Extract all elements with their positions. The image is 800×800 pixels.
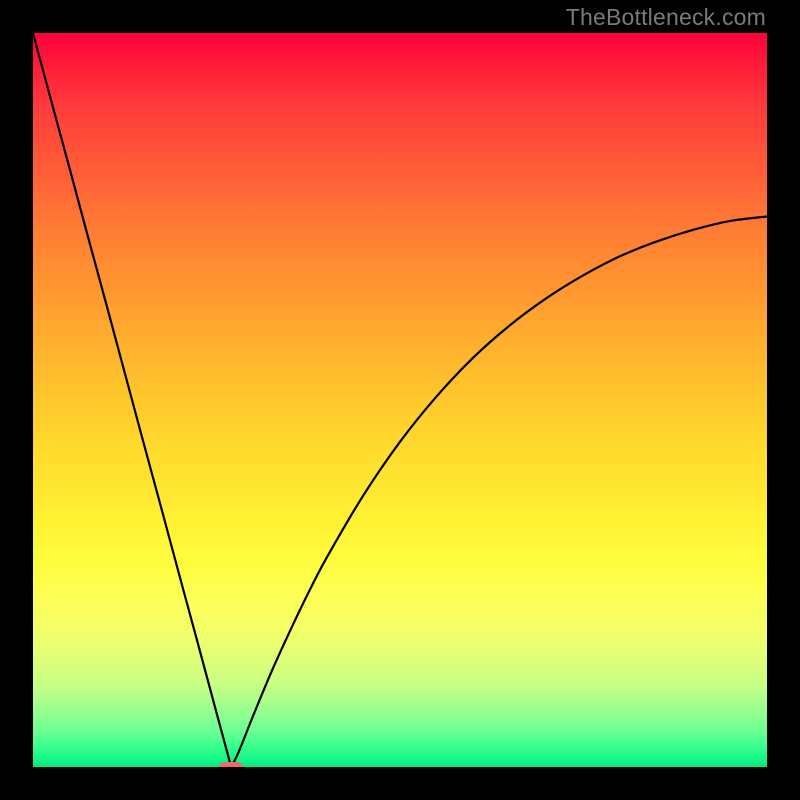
chart-frame: TheBottleneck.com xyxy=(0,0,800,800)
bottleneck-curve xyxy=(33,33,767,767)
curve-layer xyxy=(33,33,767,767)
watermark-text: TheBottleneck.com xyxy=(566,4,766,31)
plot-area xyxy=(33,33,767,767)
optimal-point-marker xyxy=(219,762,243,768)
